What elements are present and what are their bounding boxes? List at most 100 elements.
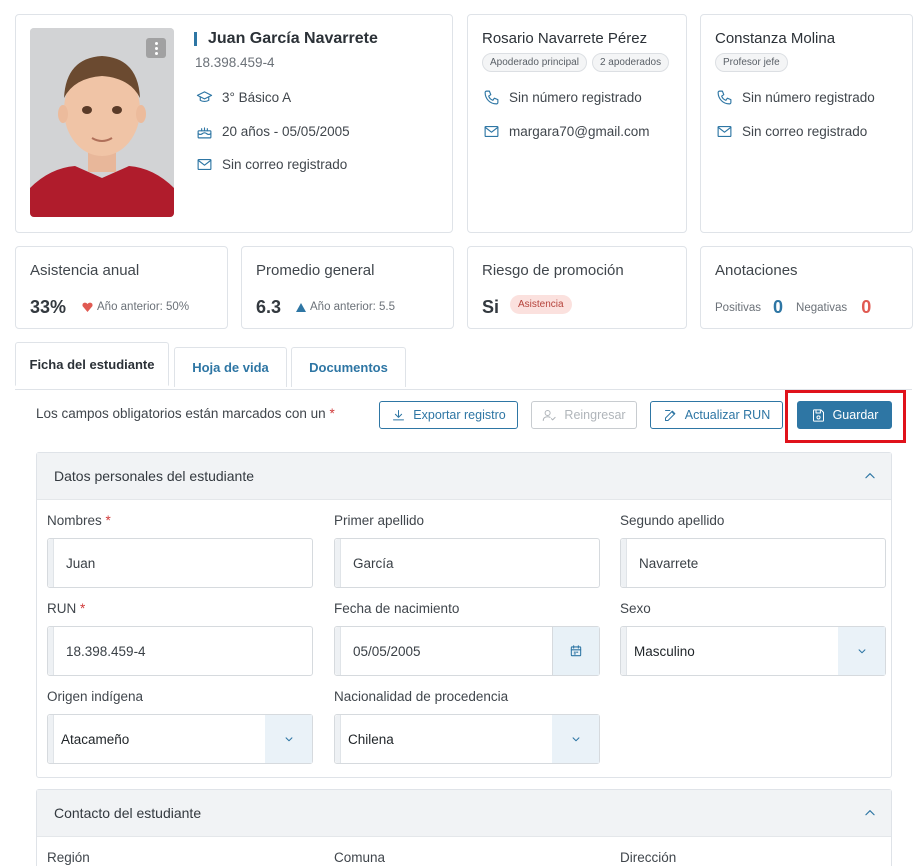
- birthday-cake-icon: [195, 122, 213, 140]
- teacher-badge: Profesor jefe: [715, 53, 788, 72]
- student-course: 3° Básico A: [222, 89, 292, 105]
- personal-data-header[interactable]: Datos personales del estudiante: [37, 453, 891, 500]
- download-icon: [393, 409, 405, 420]
- guardian-email-row: margara70@gmail.com: [482, 122, 650, 140]
- notes-title: Anotaciones: [715, 262, 798, 279]
- last1-input[interactable]: García: [334, 538, 600, 588]
- phone-icon: [715, 88, 733, 106]
- chevron-up-icon[interactable]: [863, 469, 877, 483]
- notes-positive-count[interactable]: 0: [773, 297, 783, 318]
- indigenous-dropdown-toggle[interactable]: [265, 715, 312, 763]
- attendance-card: Asistencia anual 33% Año anterior: 50%: [15, 246, 228, 329]
- indigenous-select[interactable]: Atacameño: [47, 714, 313, 764]
- birth-date-input[interactable]: 05/05/2005: [334, 626, 600, 676]
- last2-label: Segundo apellido: [620, 513, 725, 528]
- teacher-email-row: Sin correo registrado: [715, 122, 867, 140]
- tabs-baseline: [15, 389, 912, 390]
- heart-down-icon: [82, 302, 93, 312]
- edit-icon: [664, 409, 676, 421]
- student-card: Juan García Navarrete 18.398.459-4 3° Bá…: [15, 14, 453, 233]
- user-check-icon: [543, 409, 557, 421]
- first-name-label: Nombres *: [47, 513, 111, 528]
- attendance-value: 33%: [30, 297, 67, 317]
- student-age-birth: 20 años - 05/05/2005: [222, 123, 350, 139]
- notes-negative-count[interactable]: 0: [861, 297, 871, 318]
- teacher-card: Constanza Molina Profesor jefe Sin númer…: [700, 14, 913, 233]
- tab-student-record[interactable]: Ficha del estudiante: [15, 342, 169, 386]
- teacher-badges: Profesor jefe: [715, 53, 788, 72]
- contact-title: Contacto del estudiante: [54, 805, 202, 821]
- tab-history[interactable]: Hoja de vida: [174, 347, 287, 387]
- mail-icon: [482, 122, 500, 140]
- average-title: Promedio general: [256, 262, 375, 279]
- reenroll-button[interactable]: Reingresar: [531, 401, 637, 429]
- attendance-title: Asistencia anual: [30, 262, 140, 279]
- average-previous: Año anterior: 5.5: [296, 301, 395, 313]
- sex-dropdown-toggle[interactable]: [838, 627, 885, 675]
- notes-card: Anotaciones Positivas 0 Negativas 0: [700, 246, 913, 329]
- sex-select[interactable]: Masculino: [620, 626, 886, 676]
- export-record-button[interactable]: Exportar registro: [379, 401, 518, 429]
- average-value: 6.3: [256, 297, 282, 317]
- attendance-previous: Año anterior: 50%: [82, 301, 189, 313]
- commune-label: Comuna: [334, 850, 386, 865]
- contact-header[interactable]: Contacto del estudiante: [37, 790, 891, 837]
- calendar-icon: [570, 645, 582, 657]
- teacher-phone-row: Sin número registrado: [715, 88, 875, 106]
- indigenous-label: Origen indígena: [47, 689, 144, 704]
- last1-label: Primer apellido: [334, 513, 425, 528]
- guardian-card: Rosario Navarrete Pérez Apoderado princi…: [467, 14, 687, 233]
- teacher-email: Sin correo registrado: [742, 123, 868, 139]
- student-course-row: 3° Básico A: [195, 88, 291, 106]
- risk-title: Riesgo de promoción: [482, 262, 624, 279]
- birth-label: Fecha de nacimiento: [334, 601, 460, 616]
- chevron-down-icon: [285, 737, 292, 742]
- student-photo[interactable]: [30, 28, 174, 217]
- required-note: Los campos obligatorios están marcados c…: [36, 406, 335, 421]
- guardian-badges: Apoderado principal 2 apoderados: [482, 53, 670, 72]
- mail-icon: [715, 122, 733, 140]
- teacher-name: Constanza Molina: [715, 30, 836, 47]
- photo-menu-button[interactable]: [146, 38, 166, 58]
- address-label: Dirección: [620, 850, 677, 865]
- risk-value: Si: [482, 297, 500, 317]
- last2-input[interactable]: Navarrete: [620, 538, 886, 588]
- first-name-input[interactable]: Juan: [47, 538, 313, 588]
- notes-negative-label: Negativas: [796, 301, 848, 314]
- nationality-select[interactable]: Chilena: [334, 714, 600, 764]
- chevron-down-icon: [572, 737, 579, 742]
- guardian-phone-row: Sin número registrado: [482, 88, 642, 106]
- student-age-row: 20 años - 05/05/2005: [195, 122, 350, 140]
- guardian-badge-primary: Apoderado principal: [482, 53, 587, 72]
- student-email-row: Sin correo registrado: [195, 155, 347, 173]
- nationality-label: Nacionalidad de procedencia: [334, 689, 509, 704]
- personal-data-title: Datos personales del estudiante: [54, 468, 255, 484]
- run-input[interactable]: 18.398.459-4: [47, 626, 313, 676]
- guardian-badge-count[interactable]: 2 apoderados: [591, 53, 670, 72]
- triangle-up-icon: [296, 302, 306, 312]
- graduation-cap-icon: [195, 88, 213, 106]
- mail-icon: [195, 155, 213, 173]
- notes-counts: Positivas 0 Negativas 0: [715, 297, 871, 318]
- calendar-button[interactable]: [552, 627, 599, 675]
- phone-icon: [482, 88, 500, 106]
- name-accent-bar: [194, 32, 197, 46]
- contact-section: Contacto del estudiante: [36, 789, 892, 866]
- nationality-dropdown-toggle[interactable]: [552, 715, 599, 763]
- chevron-down-icon: [858, 649, 865, 654]
- risk-badge-wrap: Asistencia: [510, 295, 572, 314]
- guardian-email[interactable]: margara70@gmail.com: [509, 124, 650, 139]
- student-run: 18.398.459-4: [195, 55, 275, 70]
- notes-positive-label: Positivas: [715, 301, 762, 314]
- teacher-phone: Sin número registrado: [742, 89, 875, 105]
- chevron-up-icon[interactable]: [863, 806, 877, 820]
- risk-card: Riesgo de promoción Si Asistencia: [467, 246, 687, 329]
- update-run-button[interactable]: Actualizar RUN: [650, 401, 783, 429]
- sex-label: Sexo: [620, 601, 651, 616]
- run-label: RUN *: [47, 601, 86, 616]
- guardian-phone: Sin número registrado: [509, 89, 642, 105]
- save-button-highlight: [785, 390, 906, 443]
- student-email: Sin correo registrado: [222, 156, 348, 172]
- tab-documents[interactable]: Documentos: [291, 347, 406, 387]
- average-card: Promedio general 6.3 Año anterior: 5.5: [241, 246, 454, 329]
